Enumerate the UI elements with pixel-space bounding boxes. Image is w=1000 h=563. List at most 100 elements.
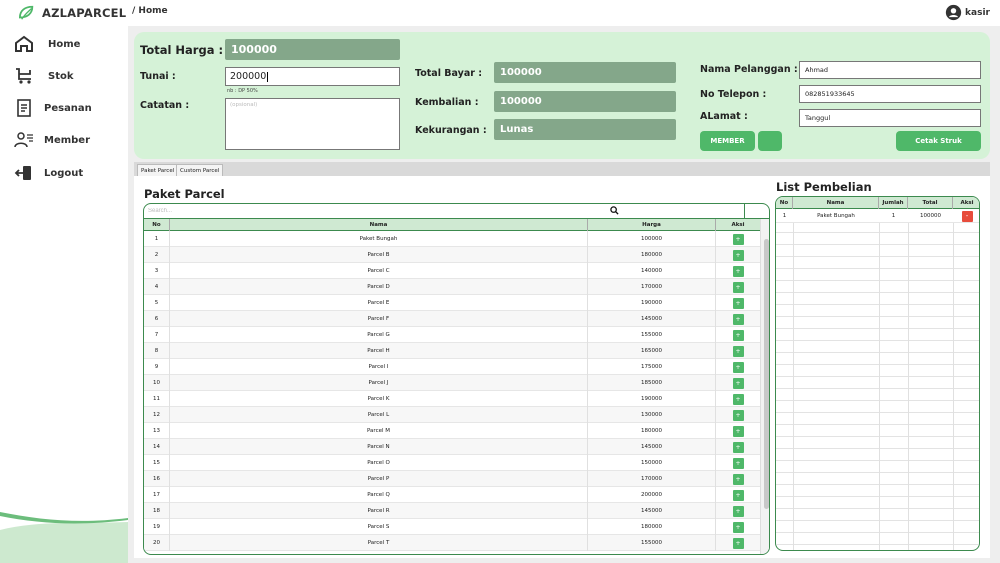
sidebar-item-label: Stok: [48, 70, 74, 82]
logout-icon: [14, 166, 31, 180]
row-aksi: +: [716, 375, 760, 391]
table-row: 11 Parcel K 190000 +: [144, 391, 760, 407]
home-icon: [15, 35, 33, 52]
sidebar-item-pesanan[interactable]: Pesanan: [14, 98, 92, 118]
row-nama: Parcel K: [170, 391, 588, 407]
row-nama: Paket Bungah: [170, 231, 588, 247]
add-item-button[interactable]: +: [732, 457, 744, 469]
sidebar-item-home[interactable]: Home: [14, 34, 80, 54]
text-cursor: [267, 71, 269, 82]
row-total: 100000: [920, 213, 941, 219]
row-no: 7: [144, 327, 170, 343]
add-item-button[interactable]: +: [732, 489, 744, 501]
alamat-label: ALamat :: [700, 111, 748, 122]
nama-pelanggan-input[interactable]: Ahmad: [799, 61, 981, 79]
paket-parcel-table: No Nama Harga Aksi 1Paket Bungah100000 +2…: [143, 203, 770, 555]
tab-paket-parcel[interactable]: Paket Parcel: [137, 164, 179, 176]
tunai-input[interactable]: 200000: [225, 67, 400, 86]
table-row: 19 Parcel S 180000 +: [144, 519, 760, 535]
alamat-input[interactable]: Tanggul: [799, 109, 981, 127]
table-row: 20 Parcel T 155000 +: [144, 535, 760, 551]
row-no: 11: [144, 391, 170, 407]
add-item-button[interactable]: +: [732, 409, 744, 421]
row-no: 12: [144, 407, 170, 423]
catatan-textarea[interactable]: (opsional): [225, 98, 400, 150]
member-button[interactable]: MEMBER: [700, 131, 755, 151]
add-item-button[interactable]: +: [732, 233, 744, 245]
add-item-button[interactable]: +: [732, 393, 744, 405]
add-item-button[interactable]: +: [732, 329, 744, 341]
row-no: 3: [144, 263, 170, 279]
column-header-no: No: [776, 197, 793, 209]
row-harga: 145000: [588, 503, 716, 519]
remove-item-button[interactable]: -: [961, 210, 973, 222]
add-item-button[interactable]: +: [732, 297, 744, 309]
sidebar-wave-decoration: [0, 512, 128, 563]
row-aksi: +: [716, 519, 760, 535]
grid-line: [776, 533, 979, 545]
member-toggle-button[interactable]: [758, 131, 782, 151]
scrollbar-thumb[interactable]: [764, 239, 769, 509]
grid-line: [776, 257, 979, 269]
add-item-button[interactable]: +: [732, 425, 744, 437]
table-row: 13 Parcel M 180000 +: [144, 423, 760, 439]
row-aksi: +: [716, 407, 760, 423]
grid-line: [776, 341, 979, 353]
search-icon[interactable]: [610, 206, 619, 215]
sidebar-item-label: Home: [48, 38, 81, 50]
table-row: 3 Parcel C 140000 +: [144, 263, 760, 279]
brand-name: AZLAPARCEL: [42, 6, 127, 20]
add-item-button[interactable]: +: [732, 345, 744, 357]
table-row: 7 Parcel G 155000 +: [144, 327, 760, 343]
grid-line: [776, 245, 979, 257]
row-harga: 170000: [588, 279, 716, 295]
table-row: 14 Parcel N 145000 +: [144, 439, 760, 455]
no-telepon-input[interactable]: 082851933645: [799, 85, 981, 103]
table-row: 9 Parcel I 175000 +: [144, 359, 760, 375]
add-item-button[interactable]: +: [732, 377, 744, 389]
grid-line: [776, 473, 979, 485]
sidebar-item-member[interactable]: Member: [14, 130, 90, 150]
grid-line: [776, 353, 979, 365]
grid-line: [776, 365, 979, 377]
row-harga: 180000: [588, 519, 716, 535]
row-harga: 150000: [588, 455, 716, 471]
add-item-button[interactable]: +: [732, 313, 744, 325]
add-item-button[interactable]: +: [732, 265, 744, 277]
add-item-button[interactable]: +: [732, 521, 744, 533]
row-harga: 145000: [588, 311, 716, 327]
add-item-button[interactable]: +: [732, 473, 744, 485]
search-input[interactable]: [144, 204, 744, 218]
table-row: 5 Parcel E 190000 +: [144, 295, 760, 311]
grid-column-line: [953, 197, 954, 550]
column-header-nama: Nama: [793, 197, 879, 209]
table-row: 4 Parcel D 170000 +: [144, 279, 760, 295]
table-row: 17 Parcel Q 200000 +: [144, 487, 760, 503]
grid-line: [776, 389, 979, 401]
sidebar-item-logout[interactable]: Logout: [14, 163, 83, 183]
row-no: 6: [144, 311, 170, 327]
row-no: 18: [144, 503, 170, 519]
row-harga: 155000: [588, 327, 716, 343]
row-nama: Parcel S: [170, 519, 588, 535]
cetak-struk-button[interactable]: Cetak Struk: [896, 131, 981, 151]
grid-column-line: [879, 197, 880, 550]
scrollbar[interactable]: [760, 219, 769, 554]
add-item-button[interactable]: +: [732, 505, 744, 517]
add-item-button[interactable]: +: [732, 441, 744, 453]
tab-custom-parcel[interactable]: Custom Parcel: [176, 164, 224, 176]
user-menu[interactable]: kasir: [945, 4, 990, 21]
add-item-button[interactable]: +: [732, 249, 744, 261]
list-pembelian-table: No Nama Jumlah Total Aksi 1 Paket Bungah 1…: [775, 196, 980, 551]
grid-line: [776, 449, 979, 461]
add-item-button[interactable]: +: [732, 281, 744, 293]
grid-line: [776, 233, 979, 245]
add-item-button[interactable]: +: [732, 361, 744, 373]
row-no: 15: [144, 455, 170, 471]
grid-line: [776, 401, 979, 413]
search-bar: [144, 204, 769, 219]
column-header-aksi: Aksi: [731, 222, 745, 228]
add-item-button[interactable]: +: [732, 537, 744, 549]
sidebar-item-stok[interactable]: Stok: [14, 66, 74, 86]
grid-line: [776, 293, 979, 305]
